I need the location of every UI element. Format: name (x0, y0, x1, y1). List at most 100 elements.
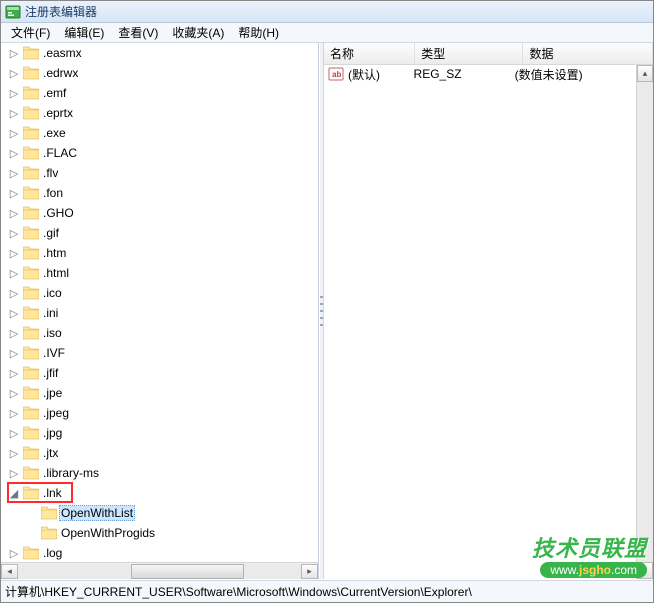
folder-icon (23, 106, 39, 120)
expand-icon[interactable]: ▷ (7, 246, 21, 260)
expand-icon[interactable]: ▷ (7, 126, 21, 140)
expand-icon[interactable]: ▷ (7, 146, 21, 160)
tree-node-label: .jfif (43, 366, 58, 380)
tree-node[interactable]: ▷.emf (1, 83, 155, 103)
expand-icon[interactable]: ▷ (7, 546, 21, 560)
tree-node[interactable]: ▷ .log (1, 543, 155, 562)
scroll-thumb[interactable] (131, 564, 244, 579)
scroll-track[interactable] (18, 564, 301, 579)
tree-node[interactable]: ▷.eprtx (1, 103, 155, 123)
window-title: 注册表编辑器 (25, 3, 97, 20)
tree-node[interactable]: ▷ .ico (1, 283, 155, 303)
expand-icon[interactable]: ▷ (7, 46, 21, 60)
column-type[interactable]: 类型 (415, 43, 523, 64)
folder-icon (41, 506, 57, 520)
expand-icon[interactable]: ▷ (7, 326, 21, 340)
tree-node[interactable]: ◢.lnk (1, 483, 155, 503)
tree-node-label: .jpg (43, 426, 62, 440)
leaf-spacer (25, 526, 39, 540)
folder-icon (23, 286, 39, 300)
expand-icon[interactable]: ▷ (7, 166, 21, 180)
expand-icon[interactable]: ▷ (7, 346, 21, 360)
folder-icon (23, 366, 39, 380)
tree-node[interactable]: OpenWithProgids (1, 523, 155, 543)
list-row[interactable]: ab(默认)REG_SZ(数值未设置) (324, 65, 636, 83)
menu-view[interactable]: 查看(V) (112, 23, 164, 42)
tree-node[interactable]: ▷ .jtx (1, 443, 155, 463)
tree-node[interactable]: ▷.htm (1, 243, 155, 263)
tree-node-label: .log (43, 546, 62, 560)
tree-node-label: .jtx (43, 446, 58, 460)
tree-node[interactable]: ▷ .IVF (1, 343, 155, 363)
tree-node-label: .fon (43, 186, 63, 200)
scroll-up-button[interactable]: ▴ (637, 65, 653, 82)
status-path: 计算机\HKEY_CURRENT_USER\Software\Microsoft… (5, 583, 472, 600)
expand-icon[interactable]: ▷ (7, 306, 21, 320)
menu-edit[interactable]: 编辑(E) (58, 23, 110, 42)
expand-icon[interactable]: ▷ (7, 366, 21, 380)
list-pane: 名称 类型 数据 ab(默认)REG_SZ(数值未设置) ▴ ▾ (324, 43, 653, 579)
folder-icon (23, 426, 39, 440)
expand-icon[interactable]: ▷ (7, 86, 21, 100)
tree-node[interactable]: ▷.gif (1, 223, 155, 243)
tree-node-label: .IVF (43, 346, 65, 360)
tree-node[interactable]: ▷.GHO (1, 203, 155, 223)
expand-icon[interactable]: ▷ (7, 446, 21, 460)
menu-favorites[interactable]: 收藏夹(A) (166, 23, 230, 42)
tree-node[interactable]: ▷ .ini (1, 303, 155, 323)
column-name[interactable]: 名称 (324, 43, 415, 64)
tree-scroll[interactable]: ▷.easmx▷.edrwx▷.emf▷.eprtx▷.exe▷.FLAC▷.f… (1, 43, 318, 562)
tree-node-label: .ico (43, 286, 62, 300)
vscroll-track[interactable] (637, 82, 653, 562)
folder-icon (23, 326, 39, 340)
tree-node-label: .ini (43, 306, 58, 320)
horizontal-scrollbar[interactable]: ◂ ▸ (1, 562, 318, 579)
expand-icon[interactable]: ▷ (7, 186, 21, 200)
menu-file[interactable]: 文件(F) (5, 23, 56, 42)
tree-node-label: .html (43, 266, 69, 280)
tree-node[interactable]: ▷.jpe (1, 383, 155, 403)
tree-node-label: .flv (43, 166, 58, 180)
tree-node[interactable]: ▷ .jfif (1, 363, 155, 383)
expand-icon[interactable]: ▷ (7, 466, 21, 480)
expand-icon[interactable]: ▷ (7, 106, 21, 120)
tree-node[interactable]: ▷ .edrwx (1, 63, 155, 83)
scroll-right-button[interactable]: ▸ (301, 564, 318, 579)
folder-icon (23, 206, 39, 220)
tree-node[interactable]: ▷.exe (1, 123, 155, 143)
expand-icon[interactable]: ▷ (7, 266, 21, 280)
tree-node[interactable]: ▷ .jpg (1, 423, 155, 443)
folder-icon (23, 226, 39, 240)
tree-node[interactable]: ▷ .library-ms (1, 463, 155, 483)
list-body[interactable]: ab(默认)REG_SZ(数值未设置) (324, 65, 636, 579)
scroll-down-button[interactable]: ▾ (637, 562, 653, 579)
expand-icon[interactable]: ▷ (7, 426, 21, 440)
expand-icon[interactable]: ▷ (7, 226, 21, 240)
tree-node[interactable]: ▷ .fon (1, 183, 155, 203)
column-data[interactable]: 数据 (523, 43, 653, 64)
tree-node[interactable]: OpenWithList (1, 503, 155, 523)
tree-node[interactable]: ▷.jpeg (1, 403, 155, 423)
tree-node-label: .edrwx (43, 66, 78, 80)
collapse-icon[interactable]: ◢ (7, 486, 21, 500)
menu-help[interactable]: 帮助(H) (232, 23, 285, 42)
vertical-scrollbar[interactable]: ▴ ▾ (636, 65, 653, 579)
tree-node[interactable]: ▷ .FLAC (1, 143, 155, 163)
tree-node[interactable]: ▷ .html (1, 263, 155, 283)
tree-node[interactable]: ▷ .flv (1, 163, 155, 183)
folder-icon (23, 466, 39, 480)
folder-icon (23, 86, 39, 100)
expand-icon[interactable]: ▷ (7, 286, 21, 300)
tree-node[interactable]: ▷.iso (1, 323, 155, 343)
tree-node-label: .library-ms (43, 466, 99, 480)
expand-icon[interactable]: ▷ (7, 66, 21, 80)
expand-icon[interactable]: ▷ (7, 206, 21, 220)
tree-node-label: .FLAC (43, 146, 77, 160)
statusbar: 计算机\HKEY_CURRENT_USER\Software\Microsoft… (1, 580, 653, 602)
expand-icon[interactable]: ▷ (7, 386, 21, 400)
tree-node[interactable]: ▷.easmx (1, 43, 155, 63)
expand-icon[interactable]: ▷ (7, 406, 21, 420)
titlebar: 注册表编辑器 (1, 1, 653, 23)
folder-icon (23, 386, 39, 400)
scroll-left-button[interactable]: ◂ (1, 564, 18, 579)
